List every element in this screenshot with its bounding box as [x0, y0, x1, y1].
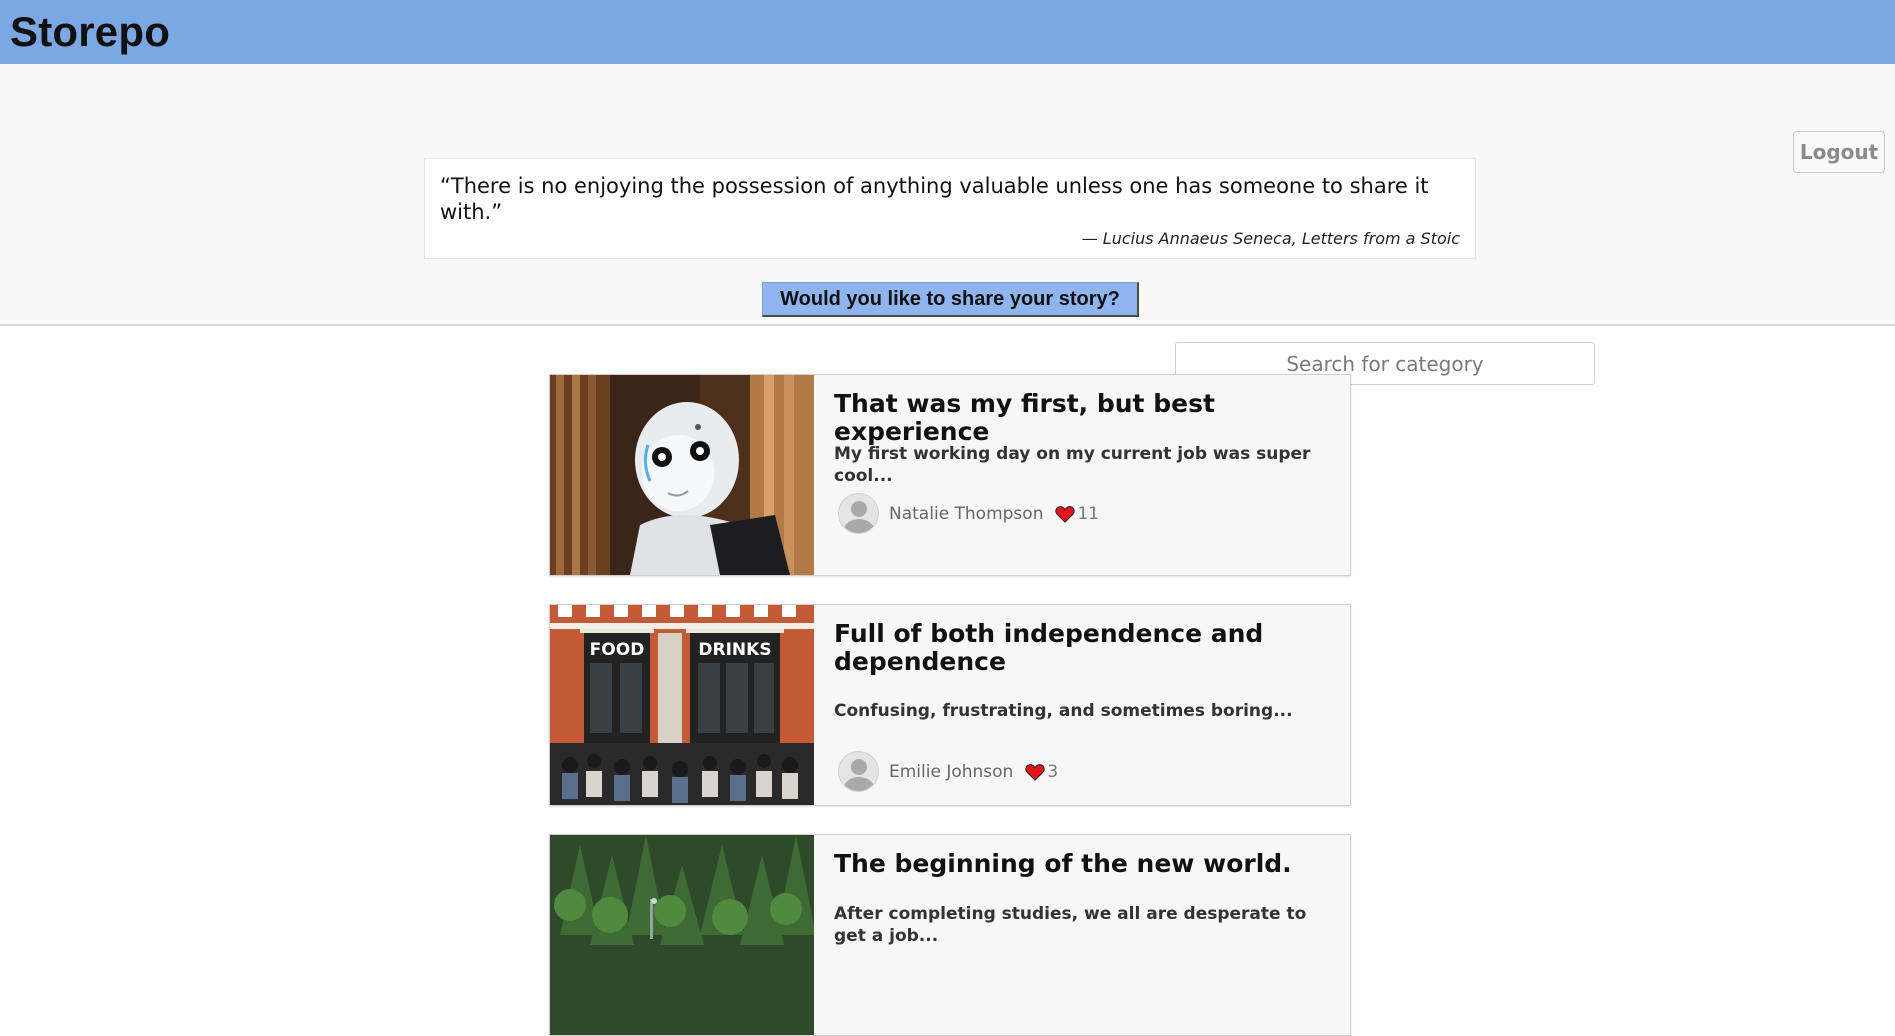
quote-text: “There is no enjoying the possession of … [440, 174, 1429, 224]
story-excerpt: My first working day on my current job w… [834, 444, 1311, 486]
forest-photo-icon[interactable] [550, 835, 814, 1035]
story-card-body: Full of both independence and dependence… [834, 605, 1332, 805]
story-excerpt: After completing studies, we all are des… [834, 904, 1307, 946]
quote-attribution: — Lucius Annaeus Seneca, Letters from a … [1081, 229, 1460, 248]
like-count: 3 [1047, 761, 1059, 782]
robot-photo-icon[interactable] [550, 375, 814, 575]
story-card[interactable]: The beginning of the new world. After co… [549, 834, 1351, 1036]
cafe-street-photo-icon[interactable]: FOOD DRINKS [550, 605, 814, 805]
story-meta: Natalie Thompson 11 [838, 493, 1099, 534]
brand-logo[interactable]: Storepo [10, 8, 170, 56]
drinks-sign: DRINKS [698, 640, 771, 660]
story-title[interactable]: The beginning of the new world. [834, 850, 1332, 878]
top-navbar: Storepo [0, 0, 1895, 64]
like-count: 11 [1077, 503, 1100, 524]
story-title[interactable]: Full of both independence and dependence [834, 620, 1332, 676]
food-sign: FOOD [590, 640, 645, 660]
story-card[interactable]: FOOD DRINKS Full of both independence an… [549, 604, 1351, 806]
heart-icon[interactable] [1055, 505, 1076, 523]
heart-icon[interactable] [1025, 763, 1045, 781]
author-name[interactable]: Natalie Thompson [889, 504, 1043, 524]
avatar [838, 493, 879, 534]
logout-button[interactable]: Logout [1793, 131, 1885, 173]
story-meta: Emilie Johnson 3 [838, 751, 1058, 792]
story-card-body: That was my first, but best experience M… [834, 375, 1332, 575]
header-area: Logout “There is no enjoying the possess… [0, 64, 1895, 385]
avatar [838, 751, 879, 792]
author-name[interactable]: Emilie Johnson [889, 762, 1013, 782]
quote-card: “There is no enjoying the possession of … [424, 158, 1476, 259]
story-card[interactable]: That was my first, but best experience M… [549, 374, 1351, 576]
share-story-button[interactable]: Would you like to share your story? [762, 282, 1139, 317]
story-excerpt: Confusing, frustrating, and sometimes bo… [834, 701, 1293, 721]
story-card-body: The beginning of the new world. After co… [834, 835, 1332, 1035]
story-title[interactable]: That was my first, but best experience [834, 390, 1332, 446]
